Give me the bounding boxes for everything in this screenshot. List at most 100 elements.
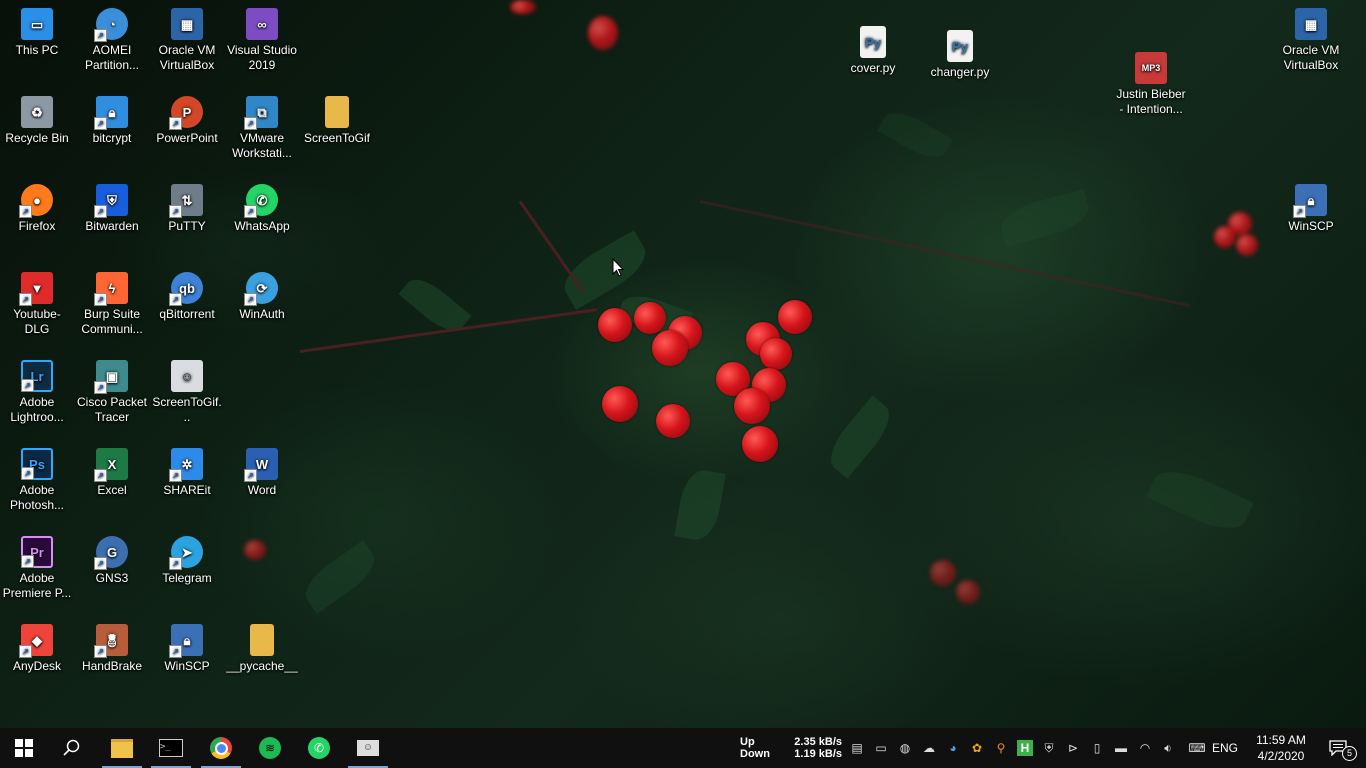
desktop-icon-label: Youtube-DLG (13, 307, 61, 336)
desktop-icon-telegram[interactable]: ➤ ↗ Telegram (149, 530, 225, 586)
battery-icon[interactable]: ▬ (1113, 740, 1129, 756)
desktop-icon-label: bitcrypt (92, 131, 132, 145)
shortcut-arrow-icon: ↗ (21, 467, 34, 480)
desktop-icon-label: Visual Studio 2019 (227, 43, 297, 72)
desktop-icon-putty[interactable]: ⇅ ↗ PuTTY (149, 178, 225, 234)
desktop-icon-youtube-dlg[interactable]: ▼ ↗ Youtube-DLG (0, 266, 75, 337)
network-adapter-icon[interactable]: ▤ (849, 740, 865, 756)
virtualbox-icon: ▦ (171, 8, 203, 40)
taskbar-file-explorer[interactable] (98, 728, 146, 768)
sync-tray-icon[interactable]: ◕ (945, 740, 961, 756)
desktop-icon-recycle-bin[interactable]: ♻ Recycle Bin (0, 90, 75, 146)
spotify-icon: ≋ (259, 737, 281, 759)
taskbar-spotify[interactable]: ≋ (246, 728, 294, 768)
desktop-icon-cover-py[interactable]: Py cover.py (835, 20, 911, 76)
wallpaper-berry (602, 386, 638, 422)
desktop-icon-shareit[interactable]: ✲ ↗ SHAREit (149, 442, 225, 498)
lightroom-icon: Lr ↗ (21, 360, 53, 392)
desktop-icon-label: VMware Workstati... (232, 131, 292, 160)
desktop-icon-gns3[interactable]: G ↗ GNS3 (74, 530, 150, 586)
desktop-icon-powerpoint[interactable]: P ↗ PowerPoint (149, 90, 225, 146)
desktop-icon-packet-tracer[interactable]: ▣ ↗ Cisco Packet Tracer (74, 354, 150, 425)
projector-tray-icon[interactable]: ⊳ (1065, 740, 1081, 756)
desktop-icon-label: This PC (15, 43, 59, 57)
desktop-icon-photoshop[interactable]: Ps ↗ Adobe Photosh... (0, 442, 75, 513)
onedrive-icon[interactable]: ☁ (921, 740, 937, 756)
desktop-icon-excel[interactable]: X ↗ Excel (74, 442, 150, 498)
desktop-icon-anydesk[interactable]: ◆ ↗ AnyDesk (0, 618, 75, 674)
wallpaper-berry (244, 540, 266, 560)
desktop-icon-firefox[interactable]: ● ↗ Firefox (0, 178, 75, 234)
start-button[interactable] (0, 728, 48, 768)
search-button[interactable] (48, 728, 96, 768)
winscp-icon: 🔒︎ ↗ (169, 624, 203, 658)
desktop-icon-label: Adobe Premiere P... (2, 571, 72, 600)
keyboard-icon[interactable]: ⌨ (1186, 740, 1208, 756)
bitcrypt-icon: 🔒︎ ↗ (94, 96, 128, 130)
desktop-icon-screentogif[interactable]: ☺︎ ScreenToGif... (149, 354, 225, 425)
python-file-icon: Py (860, 26, 886, 58)
desktop-icon-winscp-right[interactable]: 🔒︎ ↗ WinSCP (1273, 178, 1349, 234)
desktop-icon-label: HandBrake (81, 659, 143, 673)
taskbar-terminal[interactable]: >_ (147, 728, 195, 768)
desktop-icon-screentogif-folder[interactable]: ScreenToGif (299, 90, 375, 146)
desktop-icon-bitcrypt[interactable]: 🔒︎ ↗ bitcrypt (74, 90, 150, 146)
shortcut-arrow-icon: ↗ (244, 293, 257, 306)
winauth-icon: ⟳ ↗ (244, 272, 278, 306)
file-explorer-icon (111, 738, 133, 758)
language-indicator[interactable]: ENG (1212, 741, 1238, 755)
desktop-icon-mp3[interactable]: MP3 Justin Bieber - Intention... (1113, 46, 1189, 117)
desktop-icon-burp-suite[interactable]: ϟ ↗ Burp Suite Communi... (74, 266, 150, 337)
shortcut-arrow-icon: ↗ (94, 381, 107, 394)
desktop-icon-label: PuTTY (168, 219, 206, 233)
desktop-icon-premiere[interactable]: Pr ↗ Adobe Premiere P... (0, 530, 75, 601)
desktop-icon-this-pc[interactable]: ▭ This PC (0, 2, 75, 58)
winscp-icon: 🔒︎ ↗ (1293, 184, 1327, 218)
wallpaper-berry (956, 580, 980, 604)
desktop-icon-virtualbox[interactable]: ▦ Oracle VM VirtualBox (149, 2, 225, 73)
desktop-icon-handbrake[interactable]: 🍍︎ ↗ HandBrake (74, 618, 150, 674)
whatsapp-icon: ✆ (308, 737, 330, 759)
net-down-label: Down (740, 748, 770, 760)
bitwarden-icon: ⛨ ↗ (94, 184, 128, 218)
desktop-icon-bitwarden[interactable]: ⛨ ↗ Bitwarden (74, 178, 150, 234)
taskbar-whatsapp[interactable]: ✆ (295, 728, 343, 768)
usb-tray-icon[interactable]: ▯ (1089, 740, 1105, 756)
taskbar-chrome[interactable] (197, 728, 245, 768)
desktop-icon-label: qBittorrent (159, 307, 215, 321)
clock[interactable]: 11:59 AM 4/2/2020 (1252, 732, 1310, 764)
taskbar-screentogif[interactable]: ☺︎ (344, 728, 392, 768)
security-shield-icon[interactable]: ⛨ (1041, 740, 1057, 756)
burp-suite-icon: ϟ ↗ (94, 272, 128, 306)
desktop-icon-aomei[interactable]: ◔ ↗ AOMEI Partition... (74, 2, 150, 73)
action-center-button[interactable]: 5 (1318, 728, 1358, 768)
desktop-icon-virtualbox-right[interactable]: ▦ Oracle VM VirtualBox (1273, 2, 1349, 73)
desktop-icon-whatsapp[interactable]: ✆ ↗ WhatsApp (224, 178, 300, 234)
desktop-icon-word[interactable]: W ↗ Word (224, 442, 300, 498)
volume-icon[interactable]: 🔉︎ (1160, 740, 1176, 756)
desktop-icon-label: Burp Suite Communi... (81, 307, 143, 336)
desktop-icon-pycache[interactable]: __pycache__ (224, 618, 300, 674)
desktop-icon-label: Justin Bieber - Intention... (1116, 87, 1186, 116)
desktop-icon-winscp[interactable]: 🔒︎ ↗ WinSCP (149, 618, 225, 674)
wallpaper-berry (634, 302, 666, 334)
h-app-tray-icon[interactable]: H (1017, 740, 1033, 756)
desktop-icon-winauth[interactable]: ⟳ ↗ WinAuth (224, 266, 300, 322)
desktop-icon-changer-py[interactable]: Py changer.py (922, 24, 998, 80)
magnifier-tray-icon[interactable]: ⚲ (993, 740, 1009, 756)
wifi-icon[interactable]: ◠ (1137, 740, 1153, 756)
shortcut-arrow-icon: ↗ (94, 293, 107, 306)
desktop-icon-label: cover.py (850, 61, 896, 75)
flower-tray-icon[interactable]: ✿ (969, 740, 985, 756)
search-tool-tray-icon[interactable]: ◍ (897, 740, 913, 756)
desktop-icon-visual-studio[interactable]: ∞ Visual Studio 2019 (224, 2, 300, 73)
net-meter-values[interactable]: 2.35 kB/s 1.19 kB/s (790, 736, 842, 760)
shortcut-arrow-icon: ↗ (94, 645, 107, 658)
desktop-icon-lightroom[interactable]: Lr ↗ Adobe Lightroo... (0, 354, 75, 425)
desktop-icon-vmware[interactable]: ⧉ ↗ VMware Workstati... (224, 90, 300, 161)
wallpaper-berry (734, 388, 770, 424)
display-tray-icon[interactable]: ▭ (873, 740, 889, 756)
desktop-icon-label: WinSCP (1288, 219, 1334, 233)
shortcut-arrow-icon: ↗ (94, 469, 107, 482)
desktop-icon-qbittorrent[interactable]: qb ↗ qBittorrent (149, 266, 225, 322)
